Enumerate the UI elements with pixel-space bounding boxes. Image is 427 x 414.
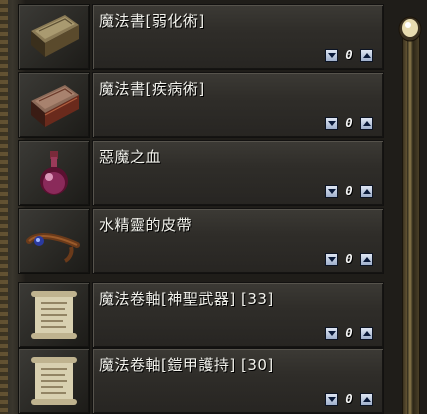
- spellbook-red-icon: [31, 85, 79, 127]
- item-slot[interactable]: [18, 348, 90, 414]
- list-item[interactable]: 水精靈的皮帶 0: [18, 208, 384, 274]
- potion-red-bottle-icon: [40, 151, 68, 195]
- increase-quantity-button[interactable]: [360, 252, 373, 266]
- quantity-stepper[interactable]: 0: [325, 184, 373, 198]
- decrease-quantity-button[interactable]: [325, 392, 338, 406]
- item-name: 魔法卷軸[神聖武器] [33]: [99, 290, 274, 308]
- arrow-up-icon: [362, 396, 371, 402]
- quantity-value: 0: [345, 252, 353, 266]
- arrow-up-icon: [362, 188, 371, 194]
- decrease-quantity-button[interactable]: [325, 116, 338, 130]
- arrow-up-icon: [362, 256, 371, 262]
- quantity-stepper[interactable]: 0: [325, 48, 373, 62]
- increase-quantity-button[interactable]: [360, 392, 373, 406]
- quantity-value: 0: [345, 184, 353, 198]
- quantity-value: 0: [345, 326, 353, 340]
- arrow-down-icon: [327, 330, 336, 336]
- decrease-quantity-button[interactable]: [325, 252, 338, 266]
- item-info: 水精靈的皮帶 0: [92, 208, 384, 274]
- item-info: 惡魔之血 0: [92, 140, 384, 206]
- increase-quantity-button[interactable]: [360, 116, 373, 130]
- item-info: 魔法書[弱化術] 0: [92, 4, 384, 70]
- increase-quantity-button[interactable]: [360, 48, 373, 62]
- arrow-up-icon: [362, 330, 371, 336]
- list-item[interactable]: 魔法卷軸[神聖武器] [33] 0: [18, 282, 384, 348]
- leather-belt-blue-gem-icon: [26, 233, 80, 263]
- arrow-down-icon: [327, 256, 336, 262]
- item-slot[interactable]: [18, 4, 90, 70]
- quantity-stepper[interactable]: 0: [325, 252, 373, 266]
- item-name: 惡魔之血: [99, 148, 162, 166]
- list-item[interactable]: 惡魔之血 0: [18, 140, 384, 206]
- quantity-value: 0: [345, 392, 353, 406]
- scrollbar[interactable]: [395, 0, 425, 414]
- decrease-quantity-button[interactable]: [325, 184, 338, 198]
- increase-quantity-button[interactable]: [360, 184, 373, 198]
- scroll-icon: [31, 357, 77, 405]
- item-name: 魔法書[疾病術]: [99, 80, 205, 98]
- scrollbar-thumb[interactable]: [397, 14, 423, 44]
- item-slot[interactable]: [18, 208, 90, 274]
- item-slot[interactable]: [18, 282, 90, 348]
- arrow-down-icon: [327, 188, 336, 194]
- quantity-value: 0: [345, 116, 353, 130]
- quantity-stepper[interactable]: 0: [325, 326, 373, 340]
- spellbook-brown-icon: [31, 15, 79, 57]
- arrow-down-icon: [327, 120, 336, 126]
- arrow-up-icon: [362, 120, 371, 126]
- panel-frame-left: [0, 0, 8, 414]
- increase-quantity-button[interactable]: [360, 326, 373, 340]
- item-name: 水精靈的皮帶: [99, 216, 193, 234]
- item-info: 魔法書[疾病術] 0: [92, 72, 384, 138]
- list-item[interactable]: 魔法卷軸[鎧甲護持] [30] 0: [18, 348, 384, 414]
- item-name: 魔法卷軸[鎧甲護持] [30]: [99, 356, 274, 374]
- arrow-up-icon: [362, 52, 371, 58]
- quantity-stepper[interactable]: 0: [325, 116, 373, 130]
- item-slot[interactable]: [18, 72, 90, 138]
- list-item[interactable]: 魔法書[疾病術] 0: [18, 72, 384, 138]
- item-name: 魔法書[弱化術]: [99, 12, 205, 30]
- scroll-icon: [31, 291, 77, 339]
- item-info: 魔法卷軸[鎧甲護持] [30] 0: [92, 348, 384, 414]
- item-info: 魔法卷軸[神聖武器] [33] 0: [92, 282, 384, 348]
- decrease-quantity-button[interactable]: [325, 48, 338, 62]
- list-item[interactable]: 魔法書[弱化術] 0: [18, 4, 384, 70]
- scrollbar-rail: [407, 40, 413, 414]
- quantity-value: 0: [345, 48, 353, 62]
- arrow-down-icon: [327, 52, 336, 58]
- item-slot[interactable]: [18, 140, 90, 206]
- arrow-down-icon: [327, 396, 336, 402]
- decrease-quantity-button[interactable]: [325, 326, 338, 340]
- quantity-stepper[interactable]: 0: [325, 392, 373, 406]
